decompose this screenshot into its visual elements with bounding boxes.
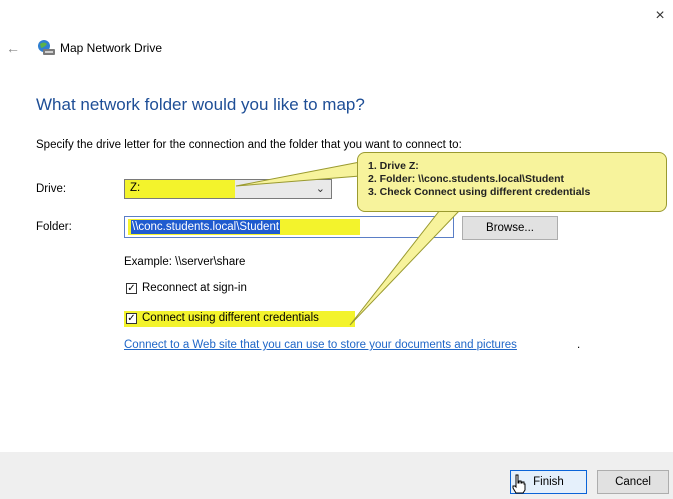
drive-select[interactable]: Z: ⌄ <box>124 179 332 199</box>
browse-button[interactable]: Browse... <box>462 216 558 240</box>
network-drive-icon <box>38 40 55 55</box>
example-text: Example: \\server\share <box>124 256 246 268</box>
close-icon: × <box>655 7 665 24</box>
credentials-checkbox[interactable]: ✓ <box>126 313 137 324</box>
callout-pointers <box>235 161 462 326</box>
reconnect-label: Reconnect at sign-in <box>142 282 247 294</box>
folder-input[interactable]: \\conc.students.local\Student <box>124 216 454 238</box>
web-site-link[interactable]: Connect to a Web site that you can use t… <box>124 339 517 351</box>
page-heading: What network folder would you like to ma… <box>36 95 365 114</box>
drive-label: Drive: <box>36 183 67 195</box>
instruction-text: Specify the drive letter for the connect… <box>36 139 462 151</box>
credentials-checkbox-row[interactable]: ✓ Connect using different credentials <box>124 311 355 327</box>
reconnect-checkbox[interactable]: ✓ <box>126 283 137 294</box>
drive-highlight <box>125 180 235 198</box>
credentials-label: Connect using different credentials <box>142 312 319 324</box>
folder-label: Folder: <box>36 221 72 233</box>
close-button[interactable]: × <box>650 6 670 26</box>
back-button[interactable]: ← <box>6 40 22 56</box>
drive-value: Z: <box>130 182 141 194</box>
callout-line-2: 2. Folder: \\conc.students.local\Student <box>368 173 565 185</box>
callout-line-3: 3. Check Connect using different credent… <box>368 186 591 198</box>
instruction-callout: 1. Drive Z: 2. Folder: \\conc.students.l… <box>357 152 667 212</box>
back-arrow-icon: ← <box>6 40 20 56</box>
cancel-button[interactable]: Cancel <box>597 470 669 494</box>
window-title: Map Network Drive <box>60 41 163 55</box>
link-trailing-period: . <box>577 339 581 351</box>
chevron-down-icon: ⌄ <box>315 183 325 195</box>
folder-value: \\conc.students.local\Student <box>131 220 281 234</box>
hand-cursor-icon <box>512 474 526 494</box>
callout-line-1: 1. Drive Z: <box>368 160 419 172</box>
